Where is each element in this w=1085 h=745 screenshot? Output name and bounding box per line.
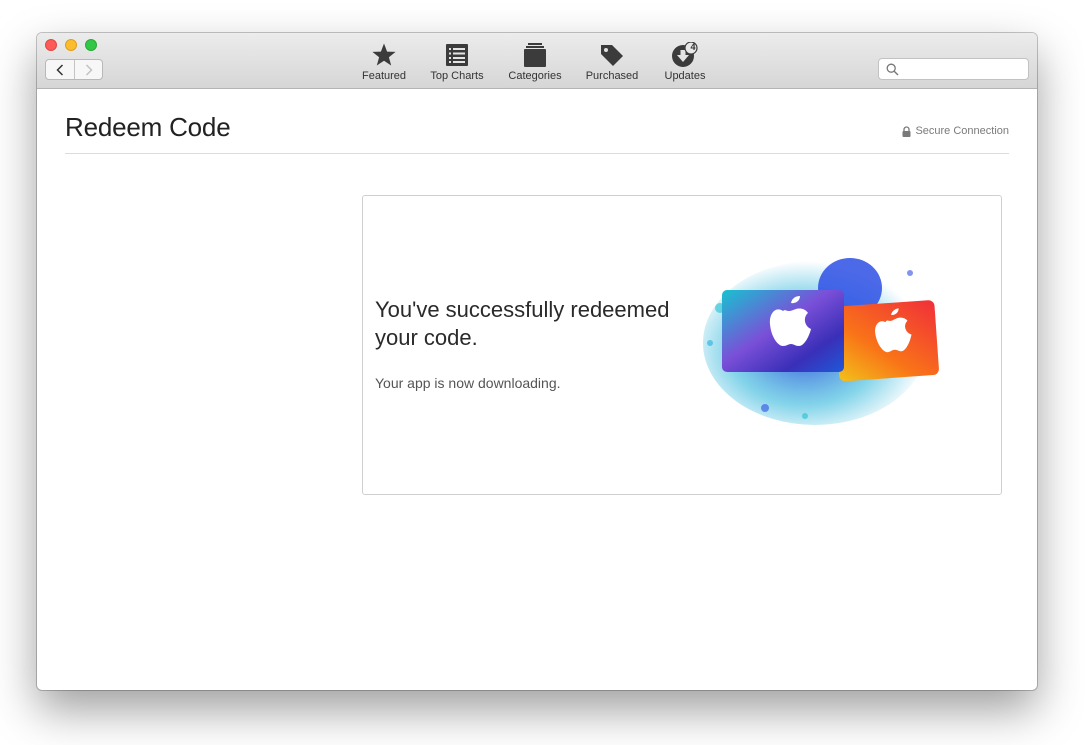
search-field[interactable] <box>878 58 1029 80</box>
title-divider <box>65 153 1009 154</box>
tab-updates[interactable]: 4 Updates <box>645 42 725 82</box>
tab-label: Featured <box>361 70 407 82</box>
tab-label: Categories <box>508 70 562 82</box>
download-status: Your app is now downloading. <box>375 375 561 391</box>
secure-connection-label: Secure Connection <box>915 125 1009 137</box>
updates-badge: 4 <box>690 42 696 52</box>
main-content: Redeem Code Secure Connection You've suc… <box>37 90 1037 690</box>
search-input[interactable] <box>901 61 1023 77</box>
toolbar: Featured Top Charts Categories Purchased… <box>37 33 1037 89</box>
success-heading: You've successfully redeemed your code. <box>375 297 670 350</box>
secure-connection-indicator: Secure Connection <box>902 125 1009 137</box>
tab-categories[interactable]: Categories <box>495 42 575 82</box>
app-store-window: Featured Top Charts Categories Purchased… <box>37 33 1037 690</box>
tag-icon <box>601 45 623 66</box>
lock-icon <box>902 125 911 137</box>
tab-label: Purchased <box>585 70 639 82</box>
tab-purchased[interactable]: Purchased <box>572 42 652 82</box>
tab-top-charts[interactable]: Top Charts <box>417 42 497 82</box>
search-icon <box>886 63 899 76</box>
star-icon <box>372 43 396 66</box>
tab-label: Updates <box>664 70 706 82</box>
tab-featured[interactable]: Featured <box>344 42 424 82</box>
tab-label: Top Charts <box>430 70 484 82</box>
stack-icon <box>524 43 546 67</box>
list-icon <box>446 44 468 66</box>
page-title: Redeem Code <box>65 112 231 142</box>
gift-cards-illustration <box>703 258 939 425</box>
redeem-success-card: You've successfully redeemed your code. … <box>362 195 1002 495</box>
